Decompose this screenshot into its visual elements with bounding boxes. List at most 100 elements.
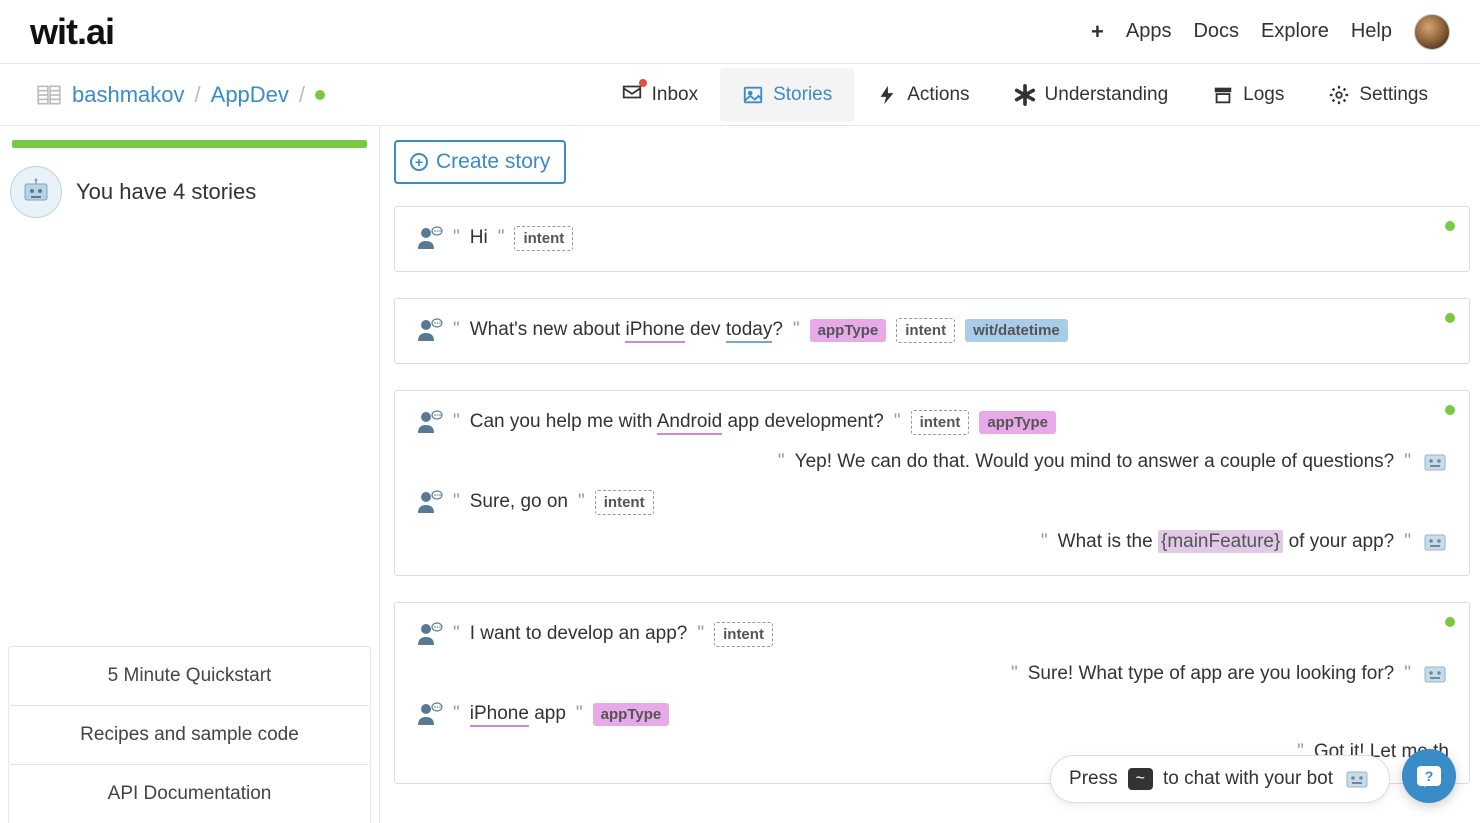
bot-icon bbox=[1421, 449, 1449, 475]
story-card[interactable]: "What's new about iPhone dev today?" app… bbox=[394, 298, 1470, 364]
breadcrumb-sep: / bbox=[195, 82, 201, 108]
msg-text: What is the {mainFeature} of your app? bbox=[1058, 531, 1395, 553]
quote-close: " bbox=[1404, 451, 1411, 473]
status-dot-icon bbox=[315, 90, 325, 100]
msg-text: What's new about iPhone dev today? bbox=[470, 319, 783, 341]
nav-apps[interactable]: Apps bbox=[1126, 20, 1172, 43]
help-fab-button[interactable]: ? bbox=[1402, 749, 1456, 803]
quote-close: " bbox=[1404, 531, 1411, 553]
plus-circle-icon: + bbox=[410, 153, 428, 171]
tag-intent[interactable]: intent bbox=[514, 226, 573, 251]
variable-token: {mainFeature} bbox=[1158, 530, 1283, 553]
user-avatar[interactable] bbox=[1414, 14, 1450, 50]
chat-hint-press: Press bbox=[1069, 768, 1118, 790]
nav-understanding-label: Understanding bbox=[1045, 84, 1169, 106]
quote-open: " bbox=[453, 411, 460, 433]
user-say-icon bbox=[415, 409, 443, 435]
msg-text: Sure! What type of app are you looking f… bbox=[1028, 663, 1395, 685]
layout: You have 4 stories 5 Minute Quickstart R… bbox=[0, 126, 1480, 823]
story-card[interactable]: " Can you help me with Android app develo… bbox=[394, 390, 1470, 576]
footer-quickstart[interactable]: 5 Minute Quickstart bbox=[8, 646, 371, 705]
quote-open: " bbox=[778, 451, 785, 473]
status-dot-icon bbox=[1445, 313, 1455, 323]
bot-icon bbox=[1421, 661, 1449, 687]
quote-open: " bbox=[1041, 531, 1048, 553]
footer-apidocs[interactable]: API Documentation bbox=[8, 764, 371, 823]
plus-icon[interactable]: + bbox=[1091, 19, 1104, 45]
nav-understanding[interactable]: Understanding bbox=[992, 68, 1191, 122]
entity-appType: iPhone bbox=[470, 703, 529, 727]
app-icon bbox=[36, 84, 62, 106]
logo[interactable]: wit.ai bbox=[30, 11, 114, 53]
stories-count: You have 4 stories bbox=[0, 166, 379, 218]
nav-actions-label: Actions bbox=[907, 84, 969, 106]
breadcrumb: bashmakov / AppDev / bbox=[36, 82, 325, 108]
bot-avatar-icon bbox=[10, 166, 62, 218]
tag-apptype[interactable]: appType bbox=[593, 703, 670, 726]
nav-stories-label: Stories bbox=[773, 84, 832, 106]
msg-text: Yep! We can do that. Would you mind to a… bbox=[795, 451, 1395, 473]
nav-docs[interactable]: Docs bbox=[1193, 20, 1239, 43]
main-nav: Inbox Stories Actions Understanding Logs… bbox=[599, 65, 1450, 125]
msg-text: Hi bbox=[470, 227, 488, 249]
breadcrumb-app[interactable]: AppDev bbox=[211, 82, 289, 108]
user-message: "What's new about iPhone dev today?" app… bbox=[415, 317, 1449, 343]
nav-actions[interactable]: Actions bbox=[854, 68, 991, 122]
chat-bubble-icon: ? bbox=[1417, 766, 1441, 786]
quote-open: " bbox=[453, 703, 460, 725]
asterisk-icon bbox=[1014, 84, 1036, 106]
bot-message: " What is the {mainFeature} of your app? " bbox=[415, 529, 1449, 555]
sidebar-footer: 5 Minute Quickstart Recipes and sample c… bbox=[0, 646, 379, 823]
create-story-label: Create story bbox=[436, 150, 550, 174]
bot-icon bbox=[1343, 766, 1371, 792]
bolt-icon bbox=[876, 84, 898, 106]
user-say-icon bbox=[415, 701, 443, 727]
story-card[interactable]: "Hi" intent bbox=[394, 206, 1470, 272]
breadcrumb-sep: / bbox=[299, 82, 305, 108]
quote-close: " bbox=[576, 703, 583, 725]
tag-intent[interactable]: intent bbox=[896, 318, 955, 343]
tag-datetime[interactable]: wit/datetime bbox=[965, 319, 1068, 342]
sub-header: bashmakov / AppDev / Inbox Stories Actio… bbox=[0, 64, 1480, 126]
nav-logs[interactable]: Logs bbox=[1190, 68, 1306, 122]
quote-open: " bbox=[453, 491, 460, 513]
chat-hint-pill[interactable]: Press ~ to chat with your bot bbox=[1050, 755, 1390, 803]
tag-intent[interactable]: intent bbox=[714, 622, 773, 647]
tag-intent[interactable]: intent bbox=[911, 410, 970, 435]
quote-close: " bbox=[697, 623, 704, 645]
create-story-button[interactable]: + Create story bbox=[394, 140, 566, 184]
entity-datetime: today bbox=[726, 319, 772, 343]
msg-text: I want to develop an app? bbox=[470, 623, 688, 645]
status-dot-icon bbox=[1445, 617, 1455, 627]
user-say-icon bbox=[415, 225, 443, 251]
bot-icon bbox=[1421, 529, 1449, 555]
archive-icon bbox=[1212, 84, 1234, 106]
tag-intent[interactable]: intent bbox=[595, 490, 654, 515]
quote-open: " bbox=[453, 623, 460, 645]
quote-close: " bbox=[1404, 663, 1411, 685]
msg-text: Can you help me with Android app develop… bbox=[470, 411, 884, 433]
user-message: " Can you help me with Android app develo… bbox=[415, 409, 1449, 435]
tilde-key-icon: ~ bbox=[1128, 768, 1153, 790]
nav-logs-label: Logs bbox=[1243, 84, 1284, 106]
image-icon bbox=[742, 84, 764, 106]
breadcrumb-user[interactable]: bashmakov bbox=[72, 82, 185, 108]
notification-dot-icon bbox=[639, 79, 647, 87]
progress-bar bbox=[12, 140, 367, 148]
quote-open: " bbox=[1011, 663, 1018, 685]
footer-recipes[interactable]: Recipes and sample code bbox=[8, 705, 371, 764]
nav-explore[interactable]: Explore bbox=[1261, 20, 1329, 43]
tag-apptype[interactable]: appType bbox=[979, 411, 1056, 434]
nav-settings[interactable]: Settings bbox=[1306, 68, 1450, 122]
entity-appType: iPhone bbox=[625, 319, 684, 343]
chat-hint-rest: to chat with your bot bbox=[1163, 768, 1333, 790]
stories-count-text: You have 4 stories bbox=[76, 179, 256, 205]
tag-apptype[interactable]: appType bbox=[810, 319, 887, 342]
nav-inbox[interactable]: Inbox bbox=[599, 65, 720, 125]
bot-message: " Sure! What type of app are you looking … bbox=[415, 661, 1449, 687]
top-header: wit.ai + Apps Docs Explore Help bbox=[0, 0, 1480, 64]
nav-help[interactable]: Help bbox=[1351, 20, 1392, 43]
quote-close: " bbox=[894, 411, 901, 433]
user-say-icon bbox=[415, 489, 443, 515]
nav-stories[interactable]: Stories bbox=[720, 68, 854, 122]
